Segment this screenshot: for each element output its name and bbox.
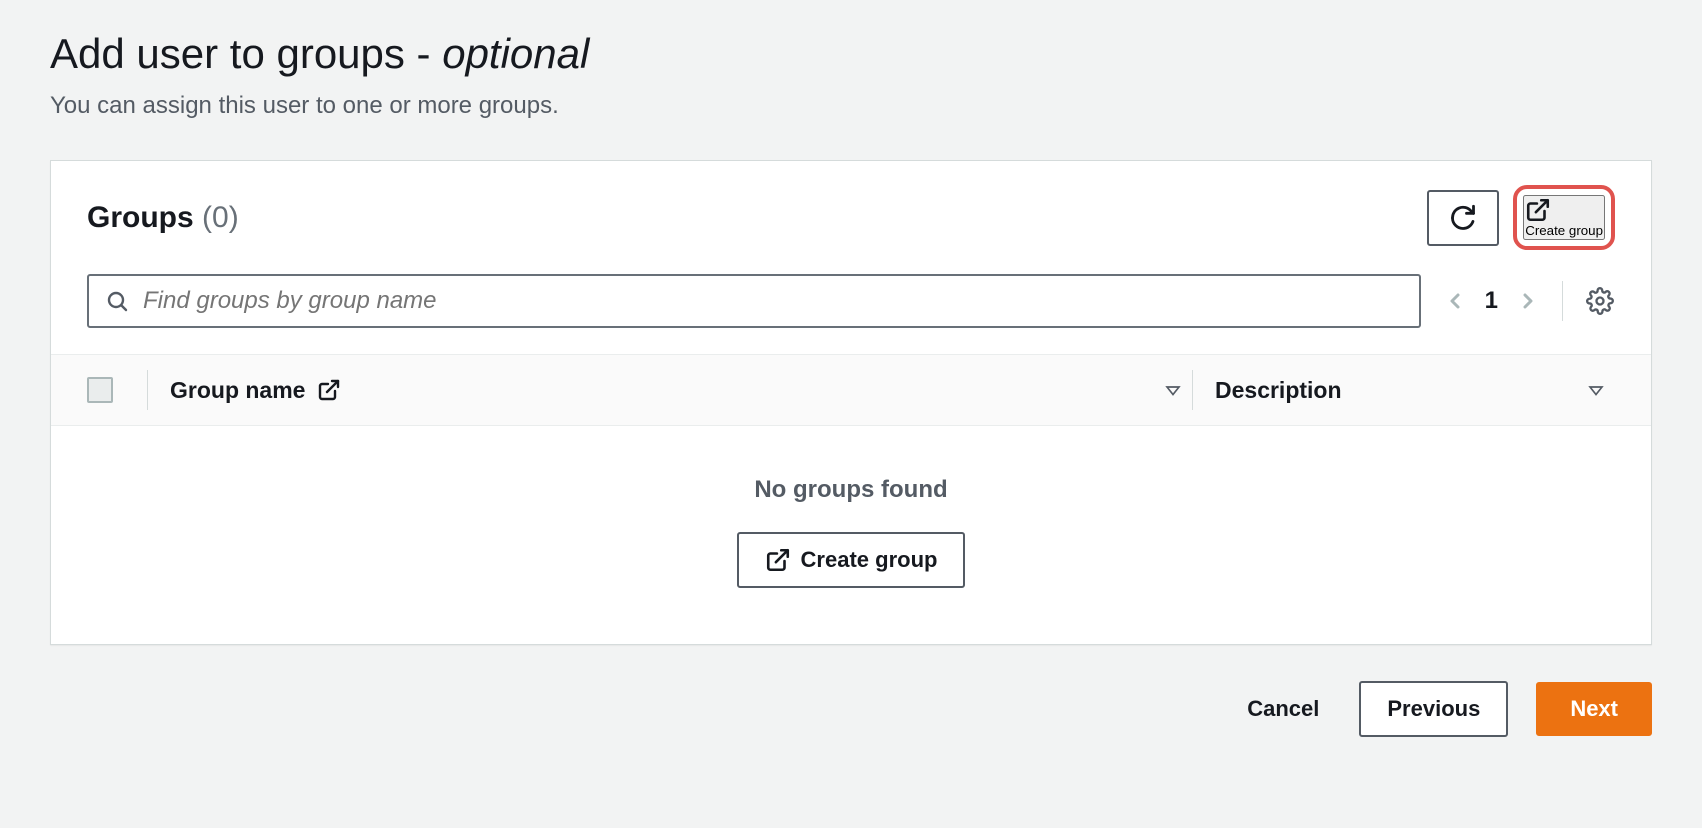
create-group-button[interactable]: Create group xyxy=(1523,195,1605,240)
search-input[interactable] xyxy=(143,287,1403,315)
column-label: Description xyxy=(1215,377,1342,404)
search-box[interactable] xyxy=(87,274,1421,328)
column-separator xyxy=(147,370,148,410)
empty-create-group-button[interactable]: Create group xyxy=(737,532,966,588)
divider xyxy=(1562,281,1563,321)
gear-icon xyxy=(1586,287,1614,315)
groups-panel: Groups (0) Create group xyxy=(50,160,1652,645)
groups-count: (0) xyxy=(202,201,239,234)
panel-title: Groups (0) xyxy=(87,201,239,235)
prev-page-button[interactable] xyxy=(1443,289,1467,313)
empty-state: No groups found Create group xyxy=(51,426,1651,644)
create-group-label: Create group xyxy=(1525,223,1603,238)
settings-button[interactable] xyxy=(1585,286,1615,316)
panel-header: Groups (0) Create group xyxy=(51,161,1651,260)
external-link-icon xyxy=(765,547,791,573)
search-row: 1 xyxy=(51,260,1651,354)
select-all-checkbox[interactable] xyxy=(87,377,113,403)
column-header-description[interactable]: Description xyxy=(1215,377,1615,404)
page-number: 1 xyxy=(1485,287,1498,315)
panel-title-text: Groups xyxy=(87,201,194,234)
page-subtitle: You can assign this user to one or more … xyxy=(50,92,1652,120)
empty-create-group-label: Create group xyxy=(801,547,938,573)
empty-message: No groups found xyxy=(51,476,1651,504)
next-button[interactable]: Next xyxy=(1536,682,1652,736)
refresh-button[interactable] xyxy=(1427,190,1499,246)
next-page-button[interactable] xyxy=(1516,289,1540,313)
select-all-cell xyxy=(87,377,147,403)
cancel-button[interactable]: Cancel xyxy=(1235,688,1331,730)
table-header-row: Group name Description xyxy=(51,354,1651,426)
previous-button[interactable]: Previous xyxy=(1359,681,1508,737)
footer-actions: Cancel Previous Next xyxy=(50,681,1652,737)
page-title-main: Add user to groups xyxy=(50,30,405,77)
create-group-highlight: Create group xyxy=(1513,185,1615,250)
page-title-optional: optional xyxy=(442,30,589,77)
page-title-separator: - xyxy=(405,30,442,77)
external-link-icon xyxy=(1525,197,1603,223)
sort-icon xyxy=(1164,381,1182,399)
column-header-group-name[interactable]: Group name xyxy=(170,377,1192,404)
column-label: Group name xyxy=(170,377,305,404)
pagination: 1 xyxy=(1443,287,1540,315)
search-icon xyxy=(105,289,129,313)
sort-icon xyxy=(1587,381,1605,399)
page-title: Add user to groups - optional xyxy=(50,30,1652,78)
refresh-icon xyxy=(1449,204,1477,232)
external-link-icon xyxy=(317,378,341,402)
header-actions: Create group xyxy=(1427,185,1615,250)
column-separator xyxy=(1192,370,1193,410)
